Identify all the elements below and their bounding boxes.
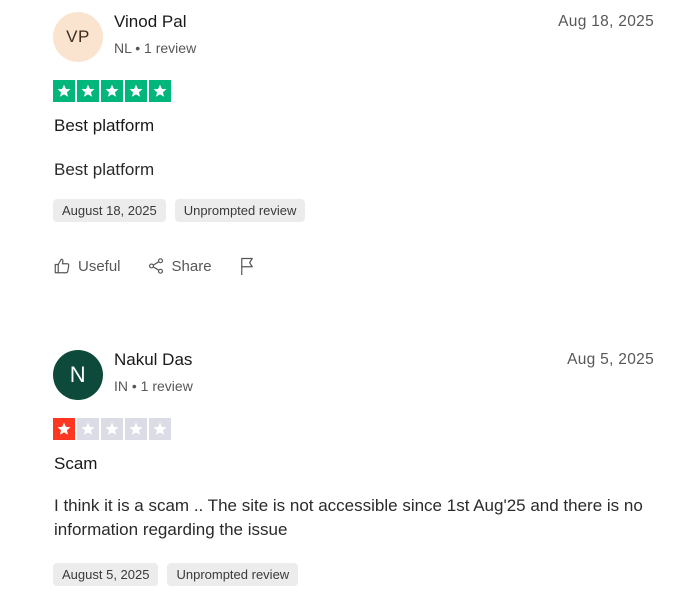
review-body: I think it is a scam .. The site is not … [54, 496, 643, 539]
avatar[interactable]: VP [53, 12, 103, 62]
star-icon [125, 418, 147, 440]
star-icon [53, 80, 75, 102]
star-icon [149, 418, 171, 440]
review-title[interactable]: Best platform [54, 116, 154, 136]
unprompted-review-tag[interactable]: Unprompted review [167, 563, 299, 586]
review-tags: August 5, 2025 Unprompted review [53, 563, 299, 586]
review-date: Aug 18, 2025 [558, 13, 654, 30]
flag-button[interactable] [238, 256, 256, 276]
useful-button[interactable]: Useful [53, 257, 121, 275]
star-icon [77, 418, 99, 440]
review-tags: August 18, 2025 Unprompted review [53, 199, 306, 222]
share-label: Share [171, 257, 212, 275]
star-rating [53, 418, 171, 440]
flag-icon [238, 256, 256, 276]
review-actions: Useful Share [53, 256, 282, 276]
date-of-experience-tag: August 5, 2025 [53, 563, 159, 586]
share-button[interactable]: Share [147, 257, 212, 275]
reviewer-name[interactable]: Vinod Pal [114, 12, 186, 32]
reviewer-name[interactable]: Nakul Das [114, 350, 192, 370]
share-icon [147, 257, 165, 275]
star-icon [77, 80, 99, 102]
star-icon [149, 80, 171, 102]
star-rating [53, 80, 171, 102]
review-body: Best platform [54, 160, 155, 179]
useful-label: Useful [78, 257, 121, 275]
unprompted-review-tag[interactable]: Unprompted review [174, 199, 306, 222]
thumbs-up-icon [53, 257, 71, 275]
review-title[interactable]: Scam [54, 454, 97, 474]
date-of-experience-tag: August 18, 2025 [53, 199, 166, 222]
reviewer-meta: IN • 1 review [114, 378, 193, 394]
star-icon [53, 418, 75, 440]
reviewer-meta: NL • 1 review [114, 40, 197, 56]
review-date: Aug 5, 2025 [567, 351, 654, 368]
star-icon [101, 418, 123, 440]
star-icon [125, 80, 147, 102]
star-icon [101, 80, 123, 102]
avatar[interactable]: N [53, 350, 103, 400]
